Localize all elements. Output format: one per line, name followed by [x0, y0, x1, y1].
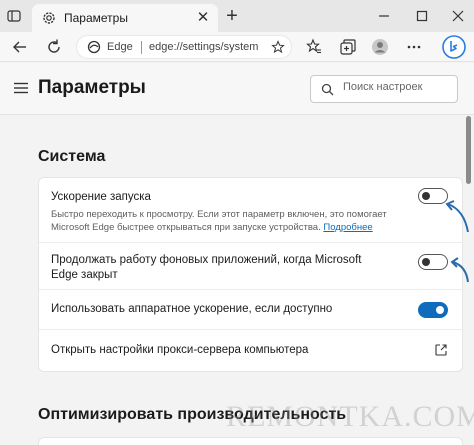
more-options-icon[interactable] — [404, 37, 424, 57]
scrollbar-thumb[interactable] — [466, 116, 471, 184]
system-settings-card: Ускорение запуска Быстро переходить к пр… — [38, 177, 463, 372]
background-apps-toggle[interactable] — [418, 254, 448, 270]
tab-title: Параметры — [64, 11, 128, 25]
address-separator — [141, 41, 142, 54]
setting-label: Открыть настройки прокси-сервера компьют… — [51, 344, 309, 356]
hardware-acceleration-toggle[interactable] — [418, 302, 448, 318]
address-site-label: Edge — [107, 41, 133, 53]
menu-icon[interactable] — [14, 82, 28, 94]
setting-row-hardware-acceleration: Использовать аппаратное ускорение, если … — [39, 290, 462, 330]
tab-actions-icon[interactable] — [6, 8, 22, 24]
section-title-system: Система — [38, 148, 106, 165]
address-url[interactable]: edge://settings/system — [149, 41, 258, 53]
setting-label: Использовать аппаратное ускорение, если … — [51, 303, 333, 315]
tab-strip: Параметры ✕ + — [0, 0, 474, 32]
browser-toolbar: Edge edge://settings/system — [0, 32, 474, 62]
setting-row-background-apps: Продолжать работу фоновых приложений, ко… — [39, 243, 462, 290]
minimize-icon[interactable] — [374, 6, 394, 26]
setting-row-proxy[interactable]: Открыть настройки прокси-сервера компьют… — [39, 330, 462, 371]
learn-more-link[interactable]: Подробнее — [323, 222, 372, 233]
settings-header: Параметры — [0, 63, 474, 115]
annotation-arrow-icon — [450, 257, 469, 283]
bing-chat-icon[interactable] — [442, 35, 466, 59]
setting-label: Продолжать работу фоновых приложений, ко… — [51, 254, 362, 281]
search-box[interactable] — [310, 75, 458, 103]
external-link-icon[interactable] — [434, 343, 448, 357]
setting-label: Ускорение запуска — [51, 191, 151, 203]
setting-row-startup-boost: Ускорение запуска Быстро переходить к пр… — [39, 178, 462, 243]
watermark: REMONTKA.COM — [226, 400, 474, 433]
favorites-icon[interactable] — [304, 37, 324, 57]
search-icon — [321, 83, 334, 96]
close-tab-icon[interactable]: ✕ — [194, 9, 212, 27]
add-favorite-icon[interactable] — [271, 40, 285, 54]
setting-description: Быстро переходить к просмотру. Если этот… — [51, 209, 387, 233]
annotation-arrow-icon — [445, 200, 469, 233]
performance-settings-card — [38, 437, 463, 445]
new-tab-button[interactable]: + — [222, 6, 242, 26]
tab-settings[interactable]: Параметры ✕ — [32, 4, 218, 32]
back-icon[interactable] — [10, 37, 30, 57]
edge-logo-icon — [87, 40, 101, 54]
collections-icon[interactable] — [338, 37, 358, 57]
gear-icon — [43, 12, 55, 24]
search-input[interactable] — [343, 81, 453, 93]
maximize-icon[interactable] — [412, 6, 432, 26]
page-title: Параметры — [38, 77, 146, 98]
profile-avatar-icon[interactable] — [370, 37, 390, 57]
address-bar[interactable]: Edge edge://settings/system — [76, 35, 292, 59]
refresh-icon[interactable] — [44, 37, 64, 57]
close-window-icon[interactable] — [448, 6, 468, 26]
